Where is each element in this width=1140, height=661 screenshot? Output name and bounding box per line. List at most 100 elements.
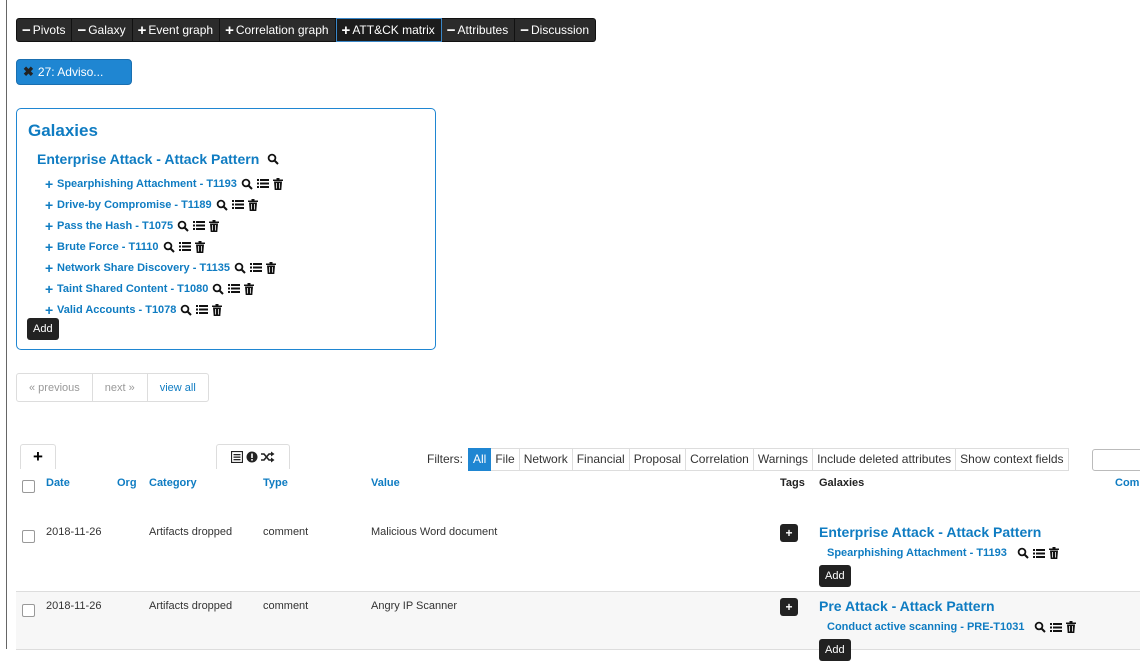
row-category: Artifacts dropped	[149, 526, 233, 538]
trash-icon[interactable]	[272, 177, 283, 190]
galaxy-cluster-list: + Spearphishing Attachment - T1193 + Drive…	[45, 173, 283, 320]
column-type[interactable]: Type	[263, 477, 288, 489]
row-galaxy-cluster[interactable]: Enterprise Attack - Attack Pattern	[819, 524, 1041, 540]
search-icon[interactable]	[234, 262, 246, 274]
trash-icon[interactable]	[247, 198, 258, 211]
next-page-link[interactable]: next »	[91, 374, 147, 401]
event-view-toolbar: − Pivots − Galaxy + Event graph + Correlatio…	[16, 18, 597, 42]
row-date: 2018-11-26	[46, 526, 102, 538]
galaxy-item: + Brute Force - T1110	[45, 236, 283, 257]
add-attribute-tab[interactable]: +	[20, 444, 56, 469]
galaxy-item: + Spearphishing Attachment - T1193	[45, 173, 283, 194]
table-row: 2018-11-26 Artifacts dropped comment Mal…	[16, 518, 1140, 592]
event-pivot-label: 27: Adviso...	[37, 65, 104, 79]
toggle-discussion-button[interactable]: − Discussion	[515, 18, 597, 42]
list-icon[interactable]	[228, 283, 241, 294]
event-pivot-pill[interactable]: ✖ 27: Adviso...	[16, 59, 132, 85]
trash-icon[interactable]	[194, 240, 205, 253]
previous-page-link[interactable]: « previous	[17, 374, 92, 401]
column-date[interactable]: Date	[46, 477, 70, 489]
toggle-event-graph-button[interactable]: + Event graph	[132, 18, 221, 42]
row-category: Artifacts dropped	[149, 600, 233, 612]
search-icon[interactable]	[241, 178, 253, 190]
column-tags: Tags	[780, 477, 805, 489]
attribute-filters: Filters: All File Network Financial Prop…	[422, 447, 1069, 471]
warning-circle-icon[interactable]	[246, 451, 258, 463]
galaxy-item: + Valid Accounts - T1078	[45, 299, 283, 320]
trash-icon[interactable]	[266, 261, 277, 274]
add-galaxy-button[interactable]: Add	[27, 318, 59, 340]
shuffle-icon[interactable]	[261, 451, 275, 463]
search-icon[interactable]	[1034, 621, 1047, 633]
trash-icon[interactable]	[209, 219, 220, 232]
row-type: comment	[263, 600, 309, 612]
select-all-checkbox[interactable]	[22, 480, 35, 493]
add-galaxy-button[interactable]: Add	[819, 565, 851, 587]
row-checkbox[interactable]	[22, 604, 35, 617]
row-date: 2018-11-26	[46, 600, 102, 612]
column-comment[interactable]: Com	[1115, 477, 1139, 489]
pagination: « previous next » view all	[16, 373, 209, 402]
list-icon[interactable]	[256, 178, 269, 189]
galaxy-cluster-name[interactable]: Enterprise Attack - Attack Pattern	[37, 151, 259, 167]
expand-icon[interactable]: +	[45, 218, 53, 234]
row-checkbox[interactable]	[22, 530, 35, 543]
galaxy-item: + Drive-by Compromise - T1189	[45, 194, 283, 215]
list-icon[interactable]	[193, 220, 206, 231]
row-value[interactable]: Malicious Word document	[371, 526, 497, 538]
row-galaxy-item: Spearphishing Attachment - T1193	[827, 547, 1059, 559]
galaxies-title: Galaxies	[28, 121, 98, 140]
row-value[interactable]: Angry IP Scanner	[371, 600, 457, 612]
filters-label: Filters:	[427, 452, 463, 466]
attribute-table-header: Date Org Category Type Value Tags Galaxi…	[16, 468, 1140, 519]
galaxy-item: + Pass the Hash - T1075	[45, 215, 283, 236]
add-tag-button[interactable]: +	[780, 598, 798, 616]
list-alt-icon[interactable]	[231, 451, 243, 463]
trash-icon[interactable]	[212, 303, 223, 316]
column-galaxies: Galaxies	[819, 477, 865, 489]
row-galaxy-item: Conduct active scanning - PRE-T1031	[827, 621, 1077, 633]
table-row: 2018-11-26 Artifacts dropped comment Ang…	[16, 592, 1140, 661]
list-icon[interactable]	[250, 262, 263, 273]
column-value[interactable]: Value	[371, 477, 400, 489]
search-icon[interactable]	[1017, 547, 1029, 559]
trash-icon[interactable]	[1048, 547, 1059, 559]
expand-icon[interactable]: +	[45, 239, 53, 255]
galaxy-cluster-header: Enterprise Attack - Attack Pattern	[37, 151, 279, 167]
list-icon[interactable]	[196, 304, 209, 315]
search-icon[interactable]	[180, 304, 193, 316]
toggle-galaxy-button[interactable]: − Galaxy	[72, 18, 133, 42]
toggle-correlation-graph-button[interactable]: + Correlation graph	[220, 18, 336, 42]
galaxy-item: + Taint Shared Content - T1080	[45, 278, 283, 299]
expand-icon[interactable]: +	[45, 281, 53, 297]
attribute-tools-tab	[216, 444, 290, 469]
galaxies-panel: Galaxies Enterprise Attack - Attack Patt…	[16, 108, 436, 350]
search-icon[interactable]	[216, 199, 228, 211]
close-icon[interactable]: ✖	[23, 64, 34, 80]
search-icon[interactable]	[212, 283, 225, 295]
search-icon[interactable]	[163, 241, 175, 253]
row-type: comment	[263, 526, 309, 538]
list-icon[interactable]	[1050, 622, 1063, 633]
galaxy-item: + Network Share Discovery - T1135	[45, 257, 283, 278]
column-category[interactable]: Category	[149, 477, 197, 489]
expand-icon[interactable]: +	[45, 260, 53, 276]
toggle-attack-matrix-button[interactable]: + ATT&CK matrix	[335, 18, 442, 42]
expand-icon[interactable]: +	[45, 197, 53, 213]
trash-icon[interactable]	[244, 282, 255, 295]
toggle-pivots-button[interactable]: − Pivots	[16, 18, 73, 42]
expand-icon[interactable]: +	[45, 176, 53, 192]
add-galaxy-button[interactable]: Add	[819, 639, 851, 661]
list-icon[interactable]	[178, 241, 191, 252]
trash-icon[interactable]	[1066, 621, 1077, 633]
column-org[interactable]: Org	[117, 477, 137, 489]
row-galaxy-cluster[interactable]: Pre Attack - Attack Pattern	[819, 598, 995, 614]
toggle-attributes-button[interactable]: − Attributes	[441, 18, 516, 42]
search-icon[interactable]	[177, 220, 189, 232]
list-icon[interactable]	[1032, 548, 1045, 559]
list-icon[interactable]	[231, 199, 244, 210]
add-tag-button[interactable]: +	[780, 524, 798, 542]
expand-icon[interactable]: +	[45, 302, 53, 318]
search-icon[interactable]	[267, 153, 279, 165]
view-all-link[interactable]: view all	[146, 374, 208, 401]
